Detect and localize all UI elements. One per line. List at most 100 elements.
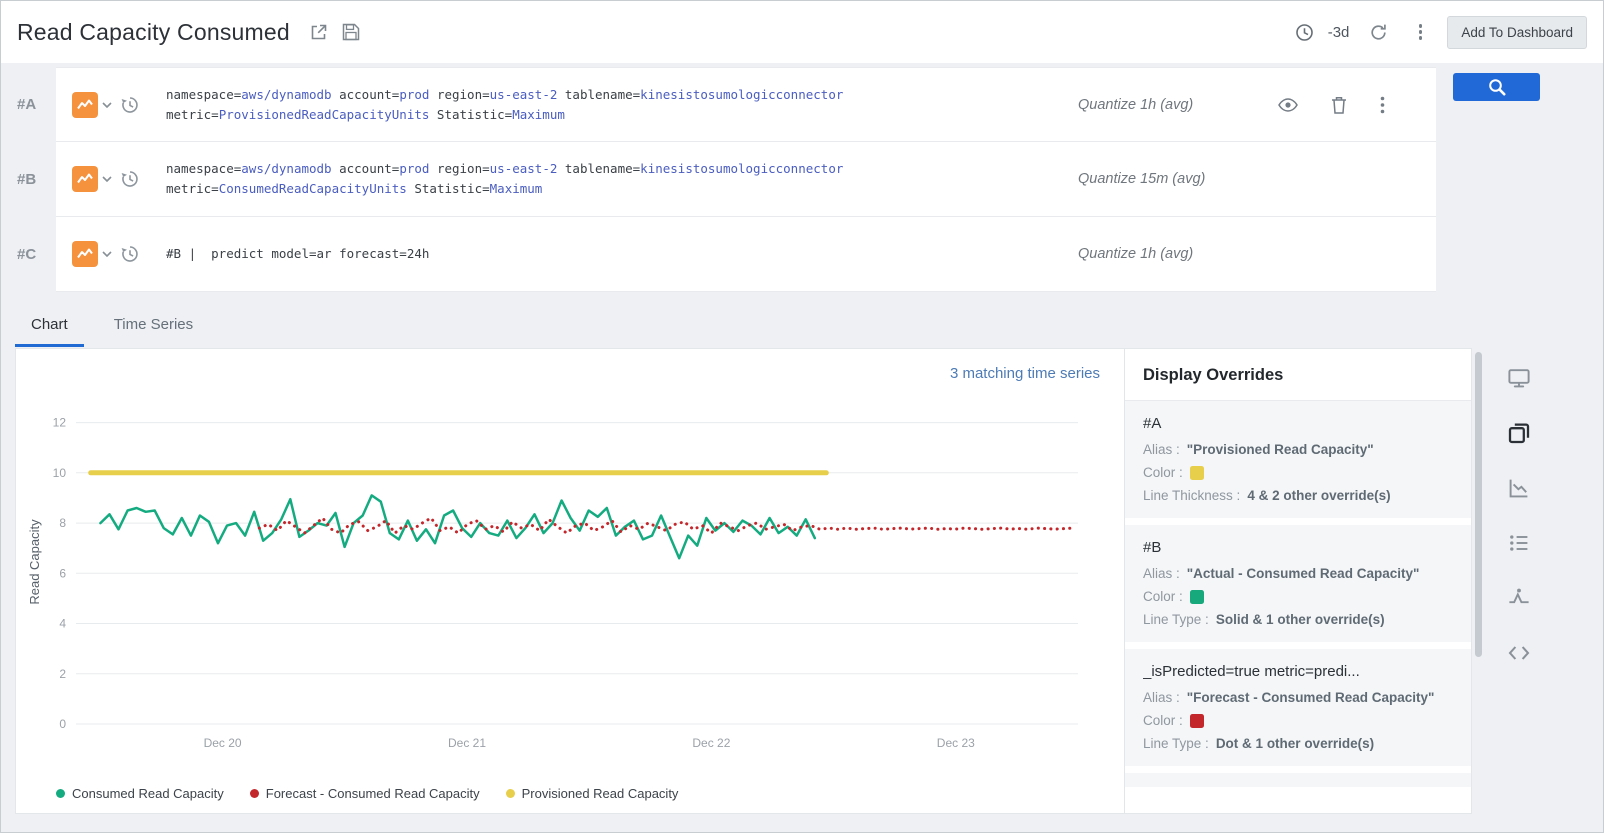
svg-text:Read Capacity: Read Capacity [27,519,42,605]
matching-series-label: 3 matching time series [950,365,1100,382]
page-title: Read Capacity Consumed [17,19,290,46]
scrollbar-thumb[interactable] [1475,352,1482,657]
override-alias-value: "Forecast - Consumed Read Capacity" [1187,690,1435,705]
chart-trend-icon[interactable] [1507,476,1531,500]
chart-type-icon[interactable] [72,92,98,118]
outlier-icon[interactable] [1507,586,1531,610]
header: Read Capacity Consumed -3d Add To Dashbo… [1,1,1603,63]
query-row-id: #A [1,67,56,142]
quantize-label[interactable]: Quantize 15m (avg) [1078,171,1268,187]
tab-time-series[interactable]: Time Series [98,316,209,347]
svg-text:10: 10 [53,466,67,480]
query-history-icon[interactable] [120,244,140,264]
more-options-icon[interactable] [1407,24,1433,40]
svg-text:2: 2 [59,667,66,681]
visibility-eye-icon[interactable] [1278,98,1298,112]
series-consumed-read-capacity [100,495,814,558]
vertical-scrollbar[interactable] [1472,348,1485,814]
search-button[interactable] [1453,73,1540,101]
override-alias-label: Alias : [1143,442,1180,457]
query-card: namespace=aws/dynamodb account=prod regi… [56,142,1436,217]
query-text-input[interactable]: #B | predict model=ar forecast=24h [166,244,1078,264]
override-alias-row: Alias : "Actual - Consumed Read Capacity" [1143,566,1453,581]
override-line-value: Dot & 1 other override(s) [1216,736,1374,751]
display-icon[interactable] [1507,366,1531,390]
override-section-id: #B [1143,539,1453,556]
query-row-id: #C [1,217,56,292]
main-content: 3 matching time series 024681012Dec 20De… [1,347,1603,832]
chevron-down-icon[interactable] [102,176,112,182]
chevron-down-icon[interactable] [102,251,112,257]
quantize-label[interactable]: Quantize 1h (avg) [1078,97,1268,113]
quantize-label[interactable]: Quantize 1h (avg) [1078,246,1268,262]
legend-label: Forecast - Consumed Read Capacity [266,786,480,801]
override-section-id: _isPredicted=true metric=predi... [1143,663,1453,680]
override-section[interactable]: #B Alias : "Actual - Consumed Read Capacit… [1125,525,1471,642]
tab-chart[interactable]: Chart [15,316,84,347]
time-series-chart[interactable]: 024681012Dec 20Dec 21Dec 22Dec 23Read Ca… [26,384,1110,780]
svg-text:4: 4 [59,617,66,631]
chart-type-icon[interactable] [72,166,98,192]
svg-text:8: 8 [59,516,66,530]
override-section-id: #A [1143,415,1453,432]
view-tabs: Chart Time Series [1,316,1603,347]
query-row-actions [1268,96,1414,114]
app-root: Read Capacity Consumed -3d Add To Dashbo… [0,0,1604,833]
override-line-value: Solid & 1 other override(s) [1216,612,1385,627]
time-range-label[interactable]: -3d [1328,24,1350,41]
legend-label: Provisioned Read Capacity [522,786,679,801]
chevron-down-icon[interactable] [102,102,112,108]
right-toolbar [1485,348,1603,814]
override-line-label: Line Type : [1143,612,1209,627]
override-line-label: Line Type : [1143,736,1209,751]
override-section[interactable]: _isPredicted=true metric=predi... Alias :… [1125,649,1471,766]
query-card: #B | predict model=ar forecast=24hQuanti… [56,217,1436,292]
add-to-dashboard-button[interactable]: Add To Dashboard [1447,16,1587,49]
delete-row-icon[interactable] [1331,96,1347,114]
legend-item-consumed-read-capacity[interactable]: Consumed Read Capacity [56,786,224,801]
override-color-row: Color : [1143,589,1453,604]
legend-item-forecast-consumed-read-capacity[interactable]: Forecast - Consumed Read Capacity [250,786,480,801]
override-alias-label: Alias : [1143,690,1180,705]
override-color-swatch [1190,714,1204,728]
query-section: #A namespace=aws/dynamodb account=prod re… [1,63,1603,292]
query-history-icon[interactable] [120,169,140,189]
refresh-icon[interactable] [1365,19,1391,45]
override-alias-label: Alias : [1143,566,1180,581]
override-line-label: Line Thickness : [1143,488,1240,503]
code-icon[interactable] [1507,641,1531,665]
query-history-icon[interactable] [120,95,140,115]
override-line-row: Line Type : Solid & 1 other override(s) [1143,612,1453,627]
query-row-id: #B [1,142,56,217]
legend-color-dot [506,789,515,798]
override-color-label: Color : [1143,465,1183,480]
overlay-panels-icon[interactable] [1507,421,1531,445]
override-line-value: 4 & 2 other override(s) [1247,488,1390,503]
override-section-partial [1125,773,1471,787]
share-icon[interactable] [306,19,332,45]
row-more-options-icon[interactable] [1380,96,1385,114]
chart-legend: Consumed Read Capacity Forecast - Consume… [26,780,1110,805]
save-icon[interactable] [338,19,364,45]
override-line-row: Line Thickness : 4 & 2 other override(s) [1143,488,1453,503]
override-line-row: Line Type : Dot & 1 other override(s) [1143,736,1453,751]
query-text-input[interactable]: namespace=aws/dynamodb account=prod regi… [166,159,1078,199]
override-alias-row: Alias :"Provisioned Read Capacity" [1143,442,1453,457]
time-range-icon[interactable] [1292,19,1318,45]
svg-text:12: 12 [53,416,67,430]
override-color-row: Color : [1143,465,1453,480]
override-section[interactable]: #A Alias :"Provisioned Read Capacity" Colo… [1125,401,1471,518]
legend-list-icon[interactable] [1507,531,1531,555]
legend-item-provisioned-read-capacity[interactable]: Provisioned Read Capacity [506,786,679,801]
override-alias-row: Alias : "Forecast - Consumed Read Capacit… [1143,690,1453,705]
query-text-input[interactable]: namespace=aws/dynamodb account=prod regi… [166,85,1078,125]
query-card: namespace=aws/dynamodb account=prod regi… [56,67,1436,142]
chart-panel: 3 matching time series 024681012Dec 20De… [15,348,1472,814]
display-overrides-title: Display Overrides [1125,349,1471,401]
svg-text:Dec 20: Dec 20 [204,736,242,750]
query-row: #B namespace=aws/dynamodb account=prod re… [1,142,1603,217]
chart-type-icon[interactable] [72,241,98,267]
line-chart-glyph [77,171,93,187]
legend-label: Consumed Read Capacity [72,786,224,801]
override-alias-value: "Actual - Consumed Read Capacity" [1187,566,1420,581]
